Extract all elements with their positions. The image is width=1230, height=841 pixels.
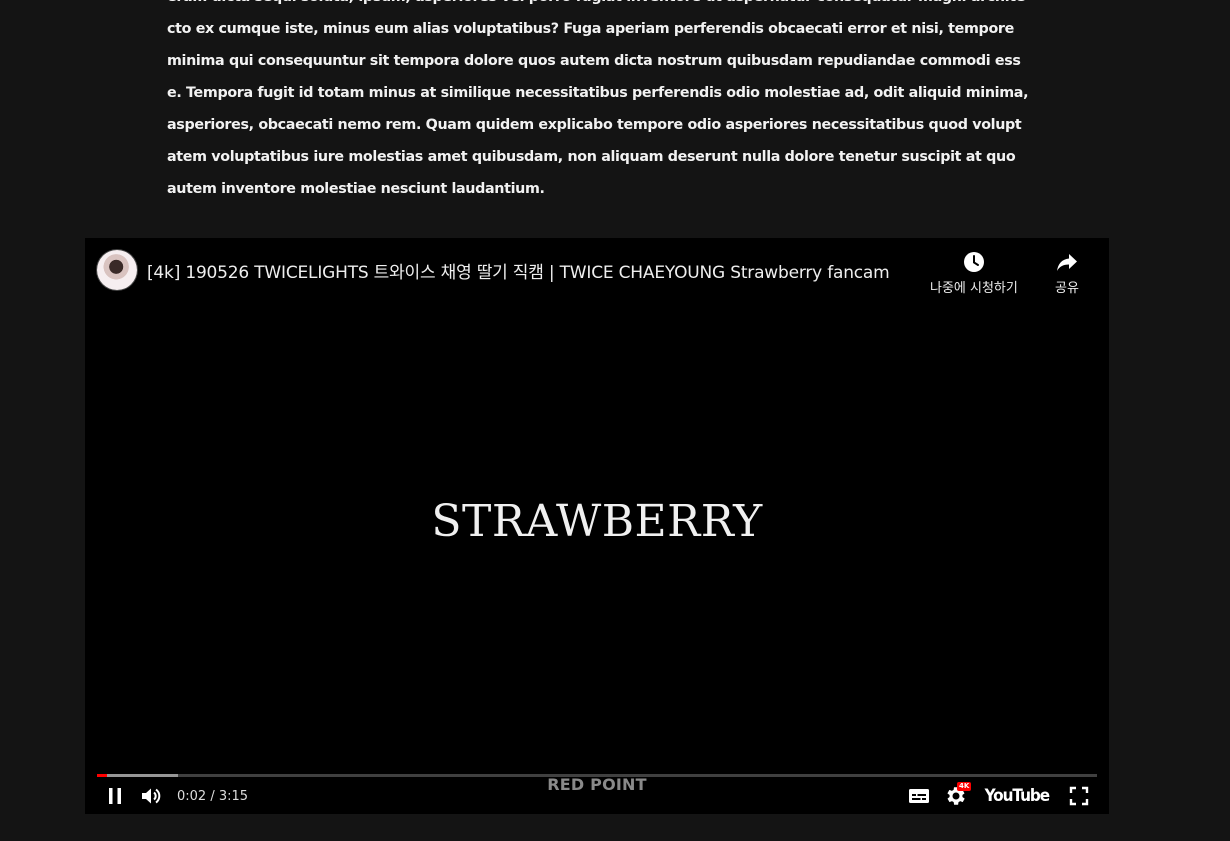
controls-left: 0:02 / 3:15 [97, 781, 248, 811]
channel-avatar[interactable] [97, 250, 137, 290]
clock-icon [963, 252, 984, 272]
watch-later-label: 나중에 시청하기 [930, 281, 1018, 296]
fullscreen-button[interactable] [1061, 781, 1097, 811]
video-title[interactable]: [4k] 190526 TWICELIGHTS 트와이스 채영 딸기 직캠 | … [147, 258, 890, 283]
controls-right: 4K YouTube [901, 781, 1097, 811]
progress-played [97, 774, 108, 777]
subtitles-icon [909, 789, 930, 803]
pause-button[interactable] [97, 781, 133, 811]
watch-later-button[interactable]: 나중에 시청하기 [930, 250, 1018, 296]
youtube-logo[interactable]: YouTube [985, 786, 1051, 806]
video-frame-title: STRAWBERRY [431, 496, 763, 547]
share-label: 공유 [1055, 281, 1079, 296]
pause-icon [109, 788, 121, 804]
video-player[interactable]: [4k] 190526 TWICELIGHTS 트와이스 채영 딸기 직캠 | … [85, 238, 1109, 814]
quality-badge: 4K [957, 782, 972, 791]
volume-button[interactable] [133, 781, 169, 811]
progress-bar[interactable] [97, 774, 1097, 777]
fullscreen-icon [1069, 786, 1089, 806]
subtitles-button[interactable] [901, 781, 937, 811]
volume-icon [142, 788, 161, 804]
player-top-bar: [4k] 190526 TWICELIGHTS 트와이스 채영 딸기 직캠 | … [85, 238, 1109, 302]
article-paragraph: eram dicta sequi soluta, ipsum, asperior… [167, 0, 1029, 197]
share-arrow-icon [1057, 254, 1077, 271]
progress-buffered [97, 774, 178, 777]
settings-button[interactable]: 4K [937, 781, 973, 811]
time-display: 0:02 / 3:15 [177, 788, 249, 804]
share-button[interactable]: 공유 [1055, 250, 1079, 296]
